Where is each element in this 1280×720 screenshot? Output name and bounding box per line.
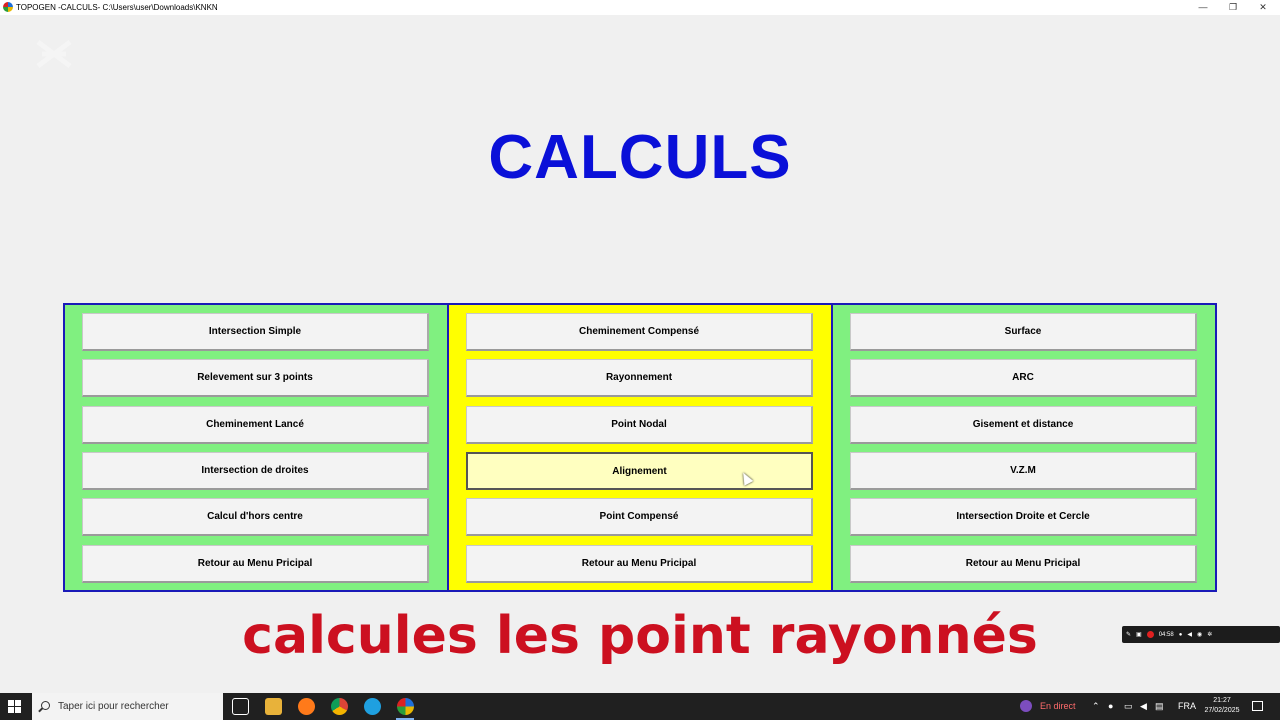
clock-time: 21:27 [1213, 697, 1231, 704]
topogen-app-icon[interactable] [397, 698, 414, 715]
firefox-icon[interactable] [298, 698, 315, 715]
point-nodal-button[interactable]: Point Nodal [466, 406, 813, 444]
camera-icon[interactable]: ▣ [1136, 631, 1142, 638]
webcam-icon[interactable]: ◉ [1197, 631, 1202, 638]
live-stream-icon[interactable] [1020, 700, 1032, 712]
record-icon[interactable] [1146, 631, 1154, 638]
speaker-icon[interactable]: ◀ [1187, 631, 1192, 638]
tray-mic-icon[interactable]: ● [1108, 693, 1113, 720]
microphone-icon[interactable]: ● [1179, 632, 1183, 638]
alignement-button[interactable]: Alignement [466, 452, 813, 490]
intersection-simple-button[interactable]: Intersection Simple [82, 313, 429, 351]
tray-keyboard-icon[interactable]: ▤ [1155, 693, 1164, 720]
cheminement-lance-button[interactable]: Cheminement Lancé [82, 406, 429, 444]
taskbar-search-input[interactable]: Taper ici pour rechercher [32, 693, 223, 720]
tray-chevron-up-icon[interactable]: ⌃ [1092, 693, 1100, 720]
recording-timer: 04:58 [1158, 631, 1174, 638]
window-titlebar: TOPOGEN -CALCULS- C:\Users\user\Download… [0, 0, 1280, 15]
tray-battery-icon[interactable]: ▭ [1124, 693, 1133, 720]
left-panel: Intersection Simple Relevement sur 3 poi… [63, 303, 449, 592]
rayonnement-button[interactable]: Rayonnement [466, 359, 813, 397]
retour-menu-button-middle[interactable]: Retour au Menu Pricipal [466, 545, 813, 583]
notification-icon[interactable] [1252, 701, 1263, 711]
right-panel: Surface ARC Gisement et distance V.Z.M I… [831, 303, 1217, 592]
watermark-logo [36, 40, 72, 68]
intersection-droite-cercle-button[interactable]: Intersection Droite et Cercle [850, 498, 1197, 536]
tray-clock[interactable]: 21:27 27/02/2025 [1200, 696, 1244, 716]
task-view-icon[interactable] [232, 698, 249, 715]
live-label[interactable]: En direct [1040, 693, 1076, 720]
restore-button[interactable]: ❐ [1218, 0, 1248, 15]
gisement-distance-button[interactable]: Gisement et distance [850, 406, 1197, 444]
window-title: TOPOGEN -CALCULS- C:\Users\user\Download… [16, 3, 218, 12]
surface-button[interactable]: Surface [850, 313, 1197, 351]
file-explorer-icon[interactable] [265, 698, 282, 715]
search-icon [41, 701, 50, 710]
edge-icon[interactable] [364, 698, 381, 715]
point-compense-button[interactable]: Point Compensé [466, 498, 813, 536]
cheminement-compense-button[interactable]: Cheminement Compensé [466, 313, 813, 351]
relevement-3-points-button[interactable]: Relevement sur 3 points [82, 359, 429, 397]
tray-language[interactable]: FRA [1178, 693, 1196, 720]
video-subtitle: calcules les point rayonnés [242, 606, 1038, 666]
minimize-button[interactable]: — [1188, 0, 1218, 15]
tray-volume-icon[interactable]: ◀ [1140, 693, 1147, 720]
chrome-icon[interactable] [331, 698, 348, 715]
windows-start-icon[interactable] [8, 700, 21, 713]
recorder-toolbar: ✎ ▣ 04:58 ● ◀ ◉ ✲ [1122, 626, 1280, 643]
vzm-button[interactable]: V.Z.M [850, 452, 1197, 490]
page-title: CALCULS [488, 123, 792, 192]
close-button[interactable]: ✕ [1248, 0, 1278, 15]
calcul-hors-centre-button[interactable]: Calcul d'hors centre [82, 498, 429, 536]
arc-button[interactable]: ARC [850, 359, 1197, 397]
pen-icon[interactable]: ✎ [1126, 631, 1131, 638]
windows-taskbar: Taper ici pour rechercher En direct ⌃ ● … [0, 693, 1280, 720]
settings-gear-icon[interactable]: ✲ [1207, 631, 1212, 638]
retour-menu-button-left[interactable]: Retour au Menu Pricipal [82, 545, 429, 583]
clock-date: 27/02/2025 [1204, 707, 1240, 714]
middle-panel: Cheminement Compensé Rayonnement Point N… [447, 303, 833, 592]
retour-menu-button-right[interactable]: Retour au Menu Pricipal [850, 545, 1197, 583]
search-placeholder: Taper ici pour rechercher [58, 701, 169, 712]
intersection-droites-button[interactable]: Intersection de droites [82, 452, 429, 490]
app-icon [3, 2, 13, 12]
